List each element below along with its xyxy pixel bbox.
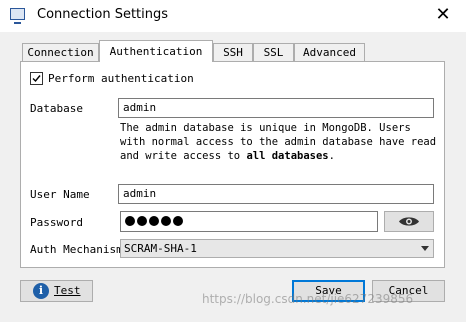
watermark-text: https://blog.csdn.net/jie627239856 <box>202 292 414 306</box>
database-field[interactable]: admin <box>118 98 434 118</box>
test-button-label: Test <box>54 284 81 297</box>
password-mask-dot <box>137 216 147 226</box>
password-field[interactable] <box>120 211 378 232</box>
password-label: Password <box>30 216 83 229</box>
show-password-button[interactable] <box>384 211 434 232</box>
checkbox-check-icon <box>32 75 41 83</box>
help-text-bold: all databases <box>246 150 329 162</box>
authentication-panel <box>20 61 445 268</box>
perform-authentication-checkbox[interactable] <box>30 72 43 85</box>
close-icon[interactable]: ✕ <box>430 2 456 28</box>
database-label: Database <box>30 102 83 115</box>
auth-mechanism-label: Auth Mechanism <box>30 243 123 256</box>
perform-authentication-label: Perform authentication <box>48 72 194 85</box>
auth-mechanism-select[interactable]: SCRAM-SHA-1 <box>120 239 434 258</box>
password-mask-dot <box>161 216 171 226</box>
password-mask-dot <box>173 216 183 226</box>
help-text-suffix: . <box>328 150 335 162</box>
database-help-text: The admin database is unique in MongoDB.… <box>120 121 438 163</box>
window-title: Connection Settings <box>37 7 169 22</box>
test-button[interactable]: i Test <box>20 280 93 302</box>
tab-ssh[interactable]: SSH <box>213 43 253 61</box>
auth-mechanism-value: SCRAM-SHA-1 <box>124 242 197 255</box>
eye-icon <box>399 217 419 226</box>
chevron-down-icon <box>421 246 429 251</box>
password-mask-dot <box>125 216 135 226</box>
username-label: User Name <box>30 188 90 201</box>
password-mask-dot <box>149 216 159 226</box>
info-icon: i <box>33 283 49 299</box>
tab-connection[interactable]: Connection <box>22 43 99 61</box>
tab-authentication[interactable]: Authentication <box>99 40 213 62</box>
app-window-icon <box>10 8 25 24</box>
tab-advanced[interactable]: Advanced <box>294 43 365 61</box>
tab-ssl[interactable]: SSL <box>253 43 294 61</box>
username-field[interactable]: admin <box>118 184 434 204</box>
